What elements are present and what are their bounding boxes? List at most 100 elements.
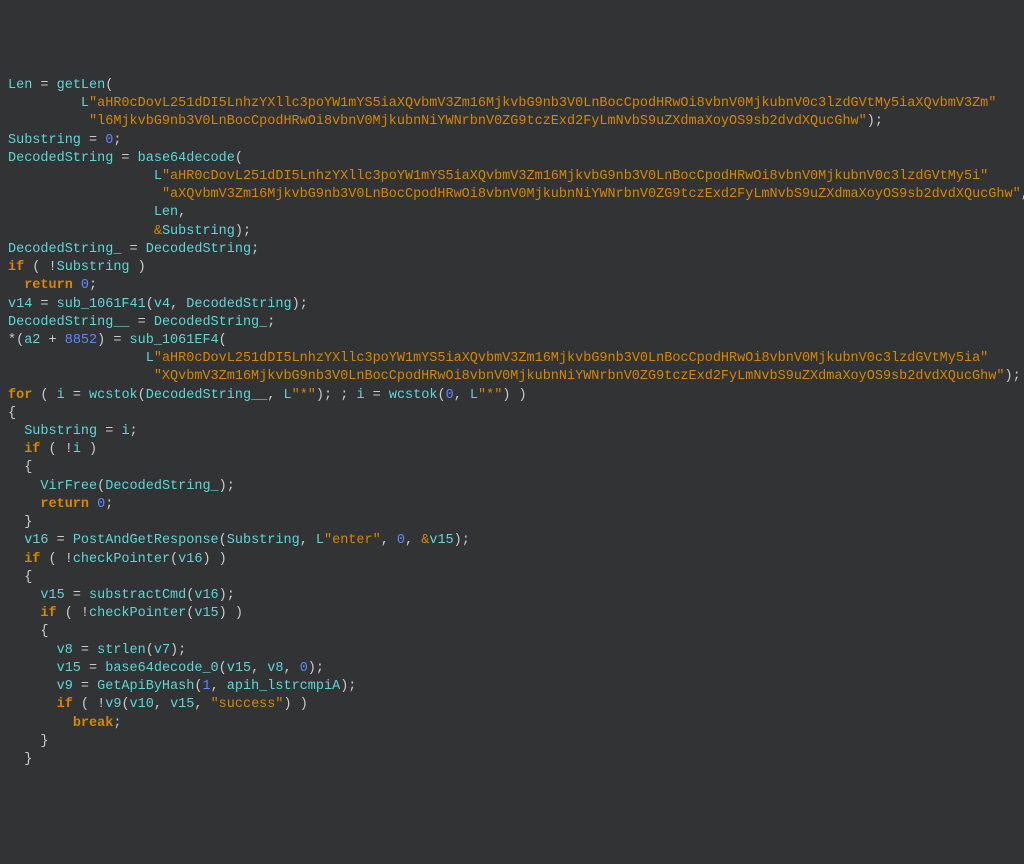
token-kw: return: [24, 278, 73, 293]
token-punc: [8, 369, 154, 384]
token-var: i: [356, 388, 364, 403]
token-op: !: [49, 260, 57, 275]
token-var: DecodedString_: [105, 479, 218, 494]
token-punc: }: [8, 515, 32, 530]
token-var: Substring: [227, 533, 300, 548]
code-line: L"aHR0cDovL251dDI5LnhzYXllc3poYW1mYS5iaX…: [8, 95, 1016, 113]
token-punc: );: [340, 679, 356, 694]
token-punc: ); ;: [316, 388, 357, 403]
token-var: Substring: [57, 260, 130, 275]
code-line: "aXQvbmV3Zm16MjkvbG9nb3V0LnBocCpodHRwOi8…: [8, 186, 1016, 204]
token-punc: ;: [113, 133, 121, 148]
code-line: if ( !v9(v10, v15, "success") ): [8, 696, 1016, 714]
token-punc: (: [219, 661, 227, 676]
token-var: Substring: [24, 424, 97, 439]
token-func: wcstok: [89, 388, 138, 403]
token-str: "success": [211, 697, 284, 712]
token-punc: (: [24, 260, 48, 275]
token-punc: [8, 479, 40, 494]
token-var: DecodedString__: [146, 388, 268, 403]
token-punc: );: [235, 224, 251, 239]
code-line: if ( !checkPointer(v16) ): [8, 551, 1016, 569]
token-punc: ,: [454, 388, 470, 403]
code-line: v15 = base64decode_0(v15, v8, 0);: [8, 660, 1016, 678]
token-kw: break: [73, 716, 114, 731]
token-punc: );: [292, 297, 308, 312]
token-func: v9: [105, 697, 121, 712]
code-line: DecodedString = base64decode(: [8, 150, 1016, 168]
token-punc: ) ): [502, 388, 526, 403]
token-punc: ,: [211, 679, 227, 694]
token-op: =: [65, 388, 89, 403]
code-line: L"aHR0cDovL251dDI5LnhzYXllc3poYW1mYS5iaX…: [8, 350, 1016, 368]
token-punc: );: [867, 114, 883, 129]
token-op: =: [81, 133, 105, 148]
token-var: Len: [8, 78, 32, 93]
token-strpfx: L: [146, 351, 154, 366]
token-punc: (: [170, 552, 178, 567]
token-str: "aXQvbmV3Zm16MjkvbG9nb3V0LnBocCpodHRwOi8…: [162, 187, 1021, 202]
token-punc: );: [170, 643, 186, 658]
token-op: =: [32, 297, 56, 312]
token-op: =: [65, 588, 89, 603]
token-punc: ,: [154, 697, 170, 712]
token-punc: [8, 169, 154, 184]
token-func: wcstok: [389, 388, 438, 403]
token-var: v15: [170, 697, 194, 712]
token-op: =: [113, 151, 137, 166]
token-punc: (: [186, 606, 194, 621]
token-punc: [8, 588, 40, 603]
code-line: v16 = PostAndGetResponse(Substring, L"en…: [8, 532, 1016, 550]
code-line: }: [8, 751, 1016, 769]
token-op: +: [40, 333, 64, 348]
token-op: !: [65, 552, 73, 567]
token-var: Len: [154, 205, 178, 220]
token-punc: ,: [300, 533, 316, 548]
token-punc: (: [40, 552, 64, 567]
code-line: return 0;: [8, 277, 1016, 295]
code-line: }: [8, 514, 1016, 532]
code-line: {: [8, 459, 1016, 477]
token-punc: (: [186, 588, 194, 603]
code-line: Len,: [8, 204, 1016, 222]
token-func: GetApiByHash: [97, 679, 194, 694]
code-line: {: [8, 569, 1016, 587]
token-num: 0: [446, 388, 454, 403]
code-line: v15 = substractCmd(v16);: [8, 587, 1016, 605]
token-punc: {: [8, 624, 49, 639]
token-punc: (: [73, 697, 97, 712]
token-func: VirFree: [40, 479, 97, 494]
token-punc: }: [8, 734, 49, 749]
code-line: L"aHR0cDovL251dDI5LnhzYXllc3poYW1mYS5iaX…: [8, 168, 1016, 186]
token-var: i: [73, 442, 81, 457]
token-var: DecodedString__: [8, 315, 130, 330]
token-func: checkPointer: [73, 552, 170, 567]
token-punc: {: [8, 460, 32, 475]
code-line: "l6MjkvbG9nb3V0LnBocCpodHRwOi8vbnV0Mjkub…: [8, 113, 1016, 131]
code-line: Substring = i;: [8, 423, 1016, 441]
token-kw: if: [24, 552, 40, 567]
token-op: =: [32, 78, 56, 93]
token-punc: ,: [283, 661, 299, 676]
token-var: apih_lstrcmpiA: [227, 679, 340, 694]
token-str: "aHR0cDovL251dDI5LnhzYXllc3poYW1mYS5iaXQ…: [162, 169, 988, 184]
code-line: }: [8, 733, 1016, 751]
token-str: "l6MjkvbG9nb3V0LnBocCpodHRwOi8vbnV0Mjkub…: [89, 114, 867, 129]
token-punc: ) ): [219, 606, 243, 621]
token-num: 0: [81, 278, 89, 293]
token-var: v15: [227, 661, 251, 676]
token-punc: ,: [267, 388, 283, 403]
token-punc: [8, 351, 146, 366]
token-op: =: [121, 242, 145, 257]
token-var: DecodedString_: [8, 242, 121, 257]
token-var: v15: [429, 533, 453, 548]
token-str: "*": [292, 388, 316, 403]
token-punc: [89, 497, 97, 512]
token-punc: (: [105, 78, 113, 93]
token-punc: ,: [381, 533, 397, 548]
code-line: &Substring);: [8, 223, 1016, 241]
token-str: "aHR0cDovL251dDI5LnhzYXllc3poYW1mYS5iaXQ…: [89, 96, 996, 111]
code-line: break;: [8, 715, 1016, 733]
token-punc: ;: [89, 278, 97, 293]
code-line: if ( !checkPointer(v15) ): [8, 605, 1016, 623]
